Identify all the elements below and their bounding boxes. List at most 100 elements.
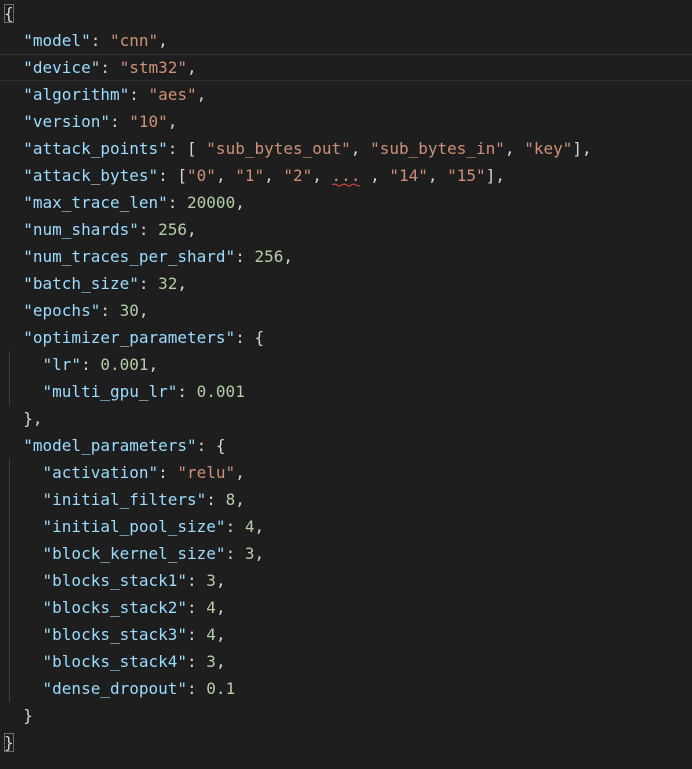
json-number-value: 3 (206, 652, 216, 671)
json-punctuation: }, (4, 409, 43, 428)
code-line[interactable]: "initial_pool_size": 4, (0, 513, 692, 540)
code-line[interactable]: "optimizer_parameters": { (0, 324, 692, 351)
json-key: "batch_size" (23, 274, 139, 293)
json-punctuation: : (81, 355, 101, 374)
matched-bracket: { (4, 4, 14, 23)
code-line[interactable]: "dense_dropout": 0.1 (0, 675, 692, 702)
json-number-value: 3 (206, 571, 216, 590)
code-line[interactable]: "max_trace_len": 20000, (0, 189, 692, 216)
code-line[interactable]: "model_parameters": { (0, 432, 692, 459)
json-punctuation (4, 355, 43, 374)
code-line[interactable]: }, (0, 405, 692, 432)
error-squiggle-icon (331, 183, 361, 187)
json-string-value: "key" (524, 139, 573, 158)
code-line[interactable]: "blocks_stack2": 4, (0, 594, 692, 621)
json-punctuation: , (312, 166, 332, 185)
code-line[interactable]: "activation": "relu", (0, 459, 692, 486)
json-punctuation: ], (572, 139, 592, 158)
json-punctuation (4, 85, 23, 104)
json-punctuation (4, 220, 23, 239)
code-editor[interactable]: { "model": "cnn", "device": "stm32", "al… (0, 0, 692, 769)
json-punctuation (4, 247, 23, 266)
json-punctuation: : (187, 679, 207, 698)
json-punctuation: : (158, 463, 178, 482)
json-number-value: 20000 (187, 193, 236, 212)
code-line[interactable]: "initial_filters": 8, (0, 486, 692, 513)
code-line[interactable]: "blocks_stack3": 4, (0, 621, 692, 648)
json-punctuation: , (148, 355, 159, 374)
code-line[interactable]: "version": "10", (0, 108, 692, 135)
json-number-value: 30 (119, 301, 139, 320)
code-line[interactable]: "lr": 0.001, (0, 351, 692, 378)
json-punctuation: , (235, 490, 245, 509)
json-punctuation (4, 274, 23, 293)
json-punctuation: , (196, 85, 207, 104)
code-line[interactable]: "blocks_stack1": 3, (0, 567, 692, 594)
json-number-value: 4 (206, 625, 216, 644)
json-number-value: 0.001 (100, 355, 149, 374)
json-key: "model_parameters" (23, 436, 197, 455)
code-line[interactable]: "attack_points": [ "sub_bytes_out", "sub… (0, 135, 692, 162)
code-line[interactable]: "multi_gpu_lr": 0.001 (0, 378, 692, 405)
json-key: "model" (23, 31, 91, 50)
json-punctuation: , (350, 139, 371, 158)
code-line[interactable]: "batch_size": 32, (0, 270, 692, 297)
code-line[interactable]: { (0, 0, 692, 27)
json-string-value: "relu" (177, 463, 236, 482)
json-key: "activation" (42, 463, 159, 482)
code-line[interactable]: "device": "stm32", (0, 54, 692, 81)
json-punctuation: : (100, 58, 120, 77)
json-key: "dense_dropout" (42, 679, 188, 698)
json-punctuation (4, 301, 23, 320)
json-string-value: "sub_bytes_out" (206, 139, 351, 158)
json-key: "epochs" (23, 301, 101, 320)
json-key: "blocks_stack1" (42, 571, 188, 590)
json-punctuation: , (215, 571, 226, 590)
code-line[interactable]: "attack_bytes": ["0", "1", "2", ... , "1… (0, 162, 692, 189)
code-line[interactable]: } (0, 702, 692, 729)
json-punctuation: , (215, 652, 226, 671)
json-punctuation: : (187, 625, 207, 644)
code-line[interactable]: } (0, 729, 692, 756)
json-punctuation (4, 193, 23, 212)
json-number-value: 32 (158, 274, 178, 293)
json-punctuation: : (187, 652, 207, 671)
code-line[interactable]: "num_traces_per_shard": 256, (0, 243, 692, 270)
json-string-value: "sub_bytes_in" (370, 139, 505, 158)
code-line[interactable]: "algorithm": "aes", (0, 81, 692, 108)
code-line[interactable]: "model": "cnn", (0, 27, 692, 54)
json-punctuation (4, 598, 43, 617)
json-punctuation: : (235, 247, 255, 266)
code-line[interactable]: "blocks_stack4": 3, (0, 648, 692, 675)
json-punctuation: : (129, 85, 149, 104)
json-punctuation: : (138, 220, 159, 239)
json-punctuation: : [ (167, 139, 207, 158)
json-punctuation: , (283, 247, 293, 266)
code-line[interactable]: "epochs": 30, (0, 297, 692, 324)
json-key: "multi_gpu_lr" (42, 382, 178, 401)
json-punctuation (4, 112, 23, 131)
json-punctuation (4, 679, 43, 698)
json-punctuation: , (254, 544, 265, 563)
json-punctuation: , (235, 193, 245, 212)
json-punctuation: , (215, 166, 236, 185)
json-punctuation: : (177, 382, 197, 401)
json-key: "algorithm" (23, 85, 130, 104)
json-key: "initial_pool_size" (42, 517, 226, 536)
json-punctuation (4, 490, 43, 509)
json-string-value: "10" (129, 112, 168, 131)
json-number-value: 4 (206, 598, 216, 617)
json-number-value: 0.001 (196, 382, 245, 401)
json-punctuation: : (109, 112, 130, 131)
json-punctuation (4, 652, 43, 671)
code-line[interactable]: "block_kernel_size": 3, (0, 540, 692, 567)
json-key: "num_shards" (23, 220, 139, 239)
json-punctuation: } (4, 706, 33, 725)
json-punctuation: , (215, 625, 226, 644)
json-punctuation: : (206, 490, 226, 509)
json-punctuation (4, 166, 23, 185)
json-punctuation: , (427, 166, 448, 185)
json-punctuation: , (254, 517, 265, 536)
json-key: "attack_bytes" (23, 166, 159, 185)
code-line[interactable]: "num_shards": 256, (0, 216, 692, 243)
